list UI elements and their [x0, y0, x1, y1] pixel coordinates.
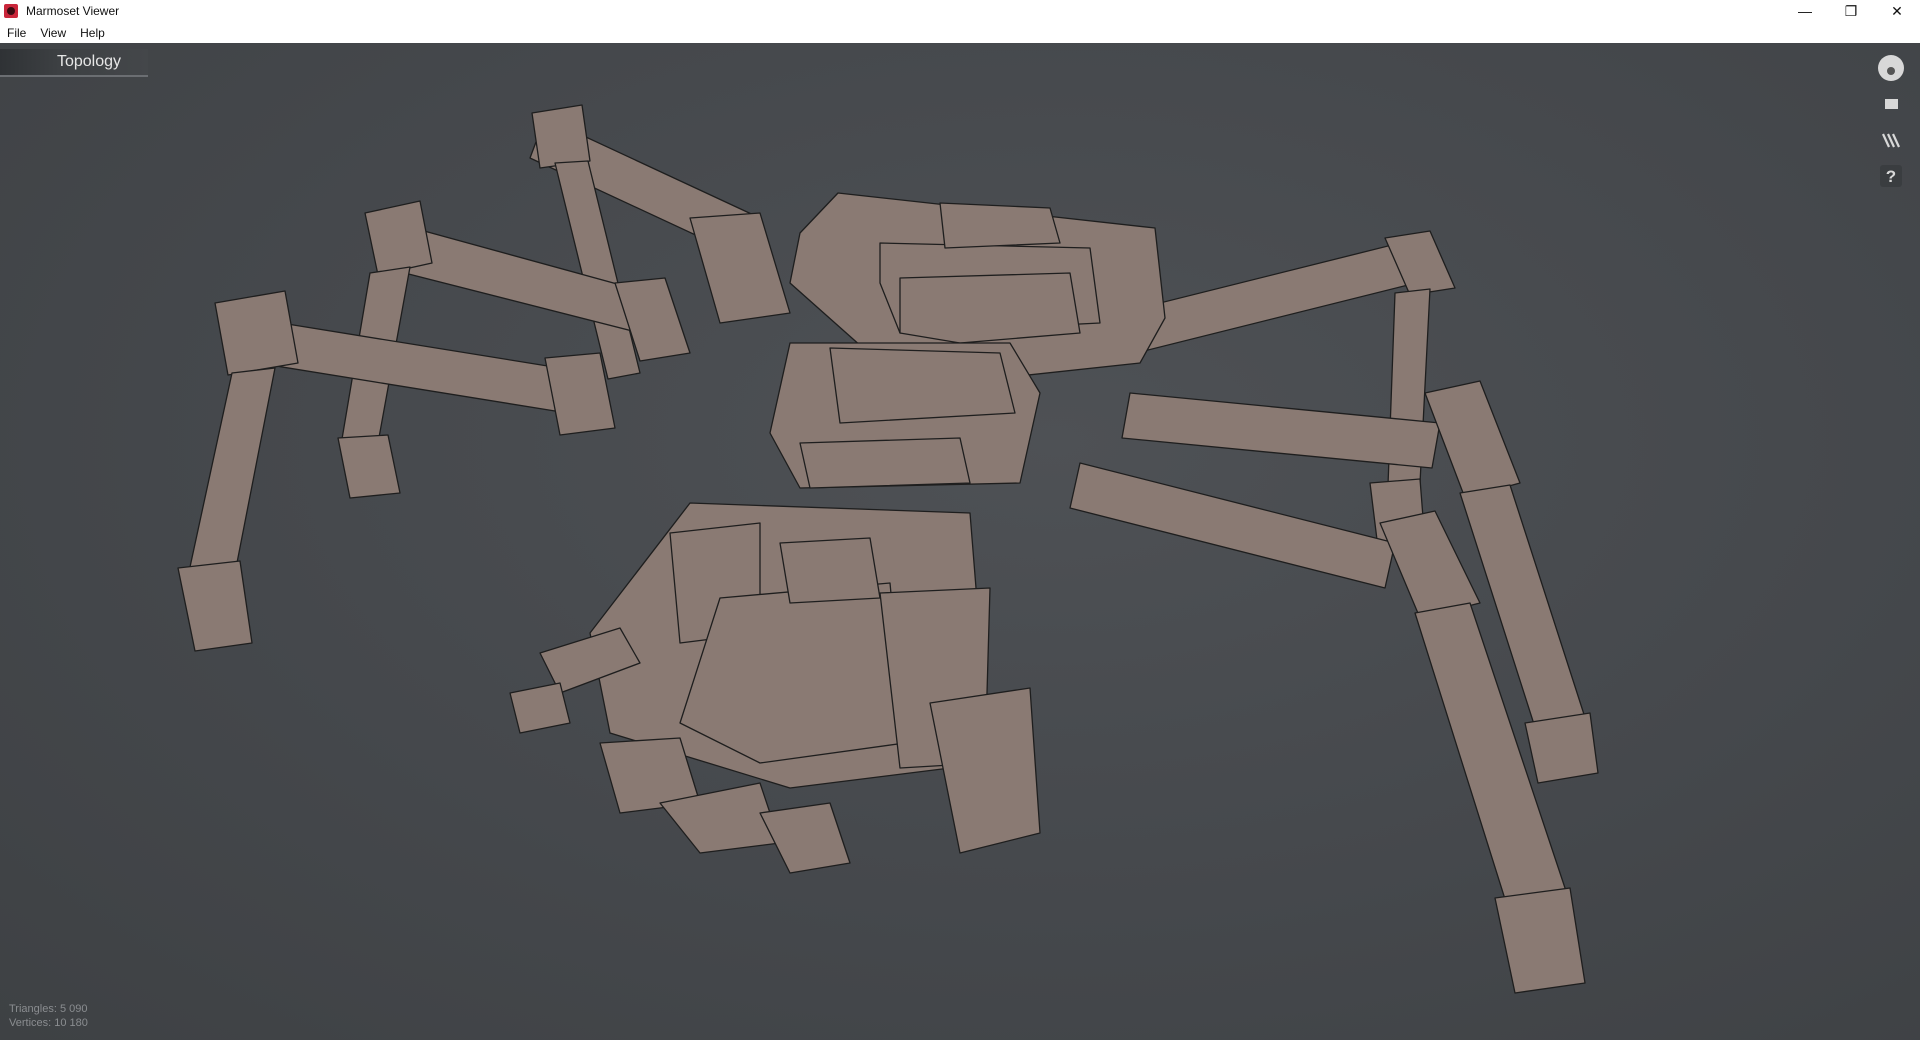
mesh-stats: Triangles: 5 090 Vertices: 10 180 [9, 1002, 88, 1030]
viewer-toolbar: ? [1876, 53, 1908, 197]
triangles-count: Triangles: 5 090 [9, 1003, 88, 1015]
3d-viewport[interactable]: Topology ? Triangles: 5 090 Vertices: 10… [0, 43, 1920, 1040]
thorax [769, 342, 1041, 489]
avatar-icon[interactable] [1876, 53, 1906, 83]
help-icon[interactable]: ? [1876, 161, 1906, 191]
tab-topology[interactable]: Topology [0, 49, 148, 77]
leg-left-front [177, 290, 616, 652]
spider-model [177, 104, 1599, 994]
menu-help[interactable]: Help [73, 26, 112, 40]
window-title: Marmoset Viewer [26, 4, 120, 18]
wireframe-icon[interactable] [1876, 125, 1906, 155]
tab-topology-label: Topology [56, 53, 122, 70]
restore-button[interactable]: ❐ [1828, 0, 1874, 22]
screen-icon[interactable] [1876, 89, 1906, 119]
menu-bar: File View Help [0, 22, 1920, 44]
vertices-count: Vertices: 10 180 [9, 1017, 88, 1029]
minimize-button[interactable]: — [1782, 0, 1828, 22]
close-button[interactable]: ✕ [1874, 0, 1920, 22]
head [509, 502, 1041, 874]
menu-view[interactable]: View [33, 26, 73, 40]
title-bar: Marmoset Viewer — ❐ ✕ [0, 0, 1920, 22]
menu-file[interactable]: File [0, 26, 33, 40]
app-icon [4, 4, 18, 18]
window-controls: — ❐ ✕ [1782, 0, 1920, 22]
help-glyph: ? [1886, 167, 1896, 186]
